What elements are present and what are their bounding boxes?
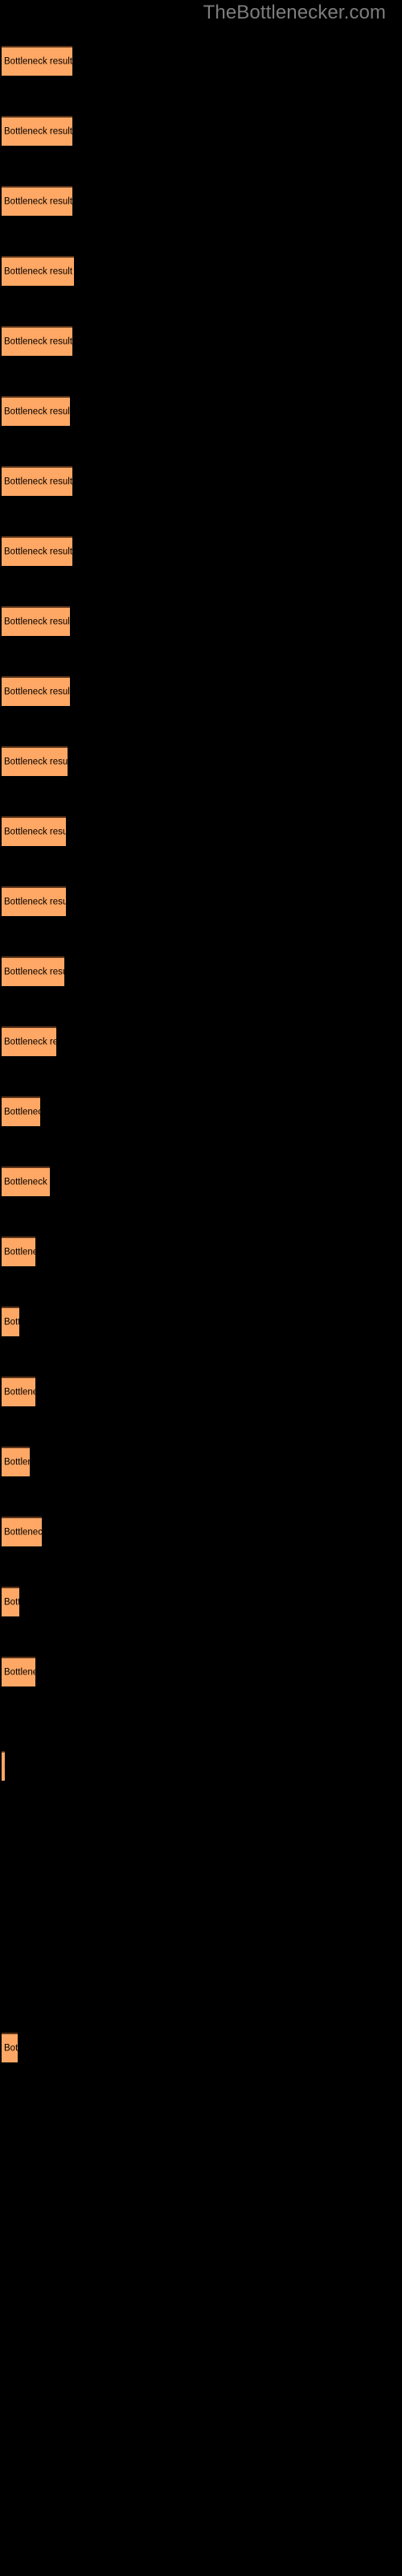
bar-label: Bottleneck result — [4, 56, 72, 66]
bar: Bottleneck result — [2, 1517, 42, 1546]
bar: Bottleneck result — [2, 116, 72, 146]
bar-label: Bottleneck result — [4, 1317, 19, 1327]
bar: Bottleneck result — [2, 1166, 50, 1196]
bar: Bottleneck result — [2, 676, 70, 706]
bar-label: Bottleneck result — [4, 1107, 40, 1117]
bar-label: Bottleneck result — [4, 126, 72, 136]
bar: Bottleneck result — [2, 886, 66, 916]
bar-label: Bottleneck result — [4, 1247, 35, 1257]
bar: Bottleneck result — [2, 256, 74, 286]
bar: Bottleneck result — [2, 606, 70, 636]
bar-label: Bottleneck result — [4, 1667, 35, 1677]
bar-label: Bottleneck result — [4, 1457, 30, 1467]
bar: Bottleneck result — [2, 1307, 19, 1336]
bar-label: Bottleneck result — [4, 336, 72, 346]
bar: Bottleneck result — [2, 746, 68, 776]
bar: Bottleneck result — [2, 1657, 35, 1686]
bar-label: Bottleneck result — [4, 617, 70, 626]
bar: Bottleneck result — [2, 396, 70, 426]
bar: Bottleneck result — [2, 816, 66, 846]
bar-label: Bottleneck result — [4, 757, 68, 766]
bar-label: Bottleneck result — [4, 687, 70, 696]
bar: Bottleneck result — [2, 1447, 30, 1476]
bar: Bottleneck result — [2, 1026, 56, 1056]
bar-label: Bottleneck result — [4, 407, 70, 416]
bar-label: Bottleneck result — [4, 1597, 19, 1607]
bar-label: Bottleneck result — [4, 1387, 35, 1397]
bar-label: Bottleneck result — [4, 1527, 42, 1537]
bar-label: Bottleneck result — [4, 897, 66, 906]
bar: Bottleneck result — [2, 1751, 5, 1781]
bar-label: Bottleneck result — [4, 967, 64, 976]
bar: Bottleneck result — [2, 186, 72, 216]
bar-label: Bottleneck result — [4, 827, 66, 836]
bar-series: Bottleneck result Bottleneck result Bottle… — [0, 0, 402, 2576]
bar-label: Bottleneck result — [4, 547, 72, 556]
bar: Bottleneck result — [2, 2033, 18, 2062]
bar: Bottleneck result — [2, 1377, 35, 1406]
bar-label: Bottleneck result — [4, 1761, 5, 1772]
bar: Bottleneck result — [2, 536, 72, 566]
bar-label: Bottleneck result — [4, 2043, 18, 2053]
bar: Bottleneck result — [2, 1587, 19, 1616]
bar: Bottleneck result — [2, 46, 72, 76]
bar: Bottleneck result — [2, 1236, 35, 1266]
bar: Bottleneck result — [2, 956, 64, 986]
bottleneck-chart: TheBottlenecker.com Bottleneck result Bot… — [0, 0, 402, 2576]
bar: Bottleneck result — [2, 326, 72, 356]
bar-label: Bottleneck result — [4, 196, 72, 206]
bar: Bottleneck result — [2, 1096, 40, 1126]
bar-label: Bottleneck result — [4, 1177, 50, 1187]
bar-label: Bottleneck result — [4, 266, 73, 276]
bar: Bottleneck result — [2, 466, 72, 496]
bar-label: Bottleneck result — [4, 1037, 56, 1046]
bar-label: Bottleneck result — [4, 477, 72, 486]
